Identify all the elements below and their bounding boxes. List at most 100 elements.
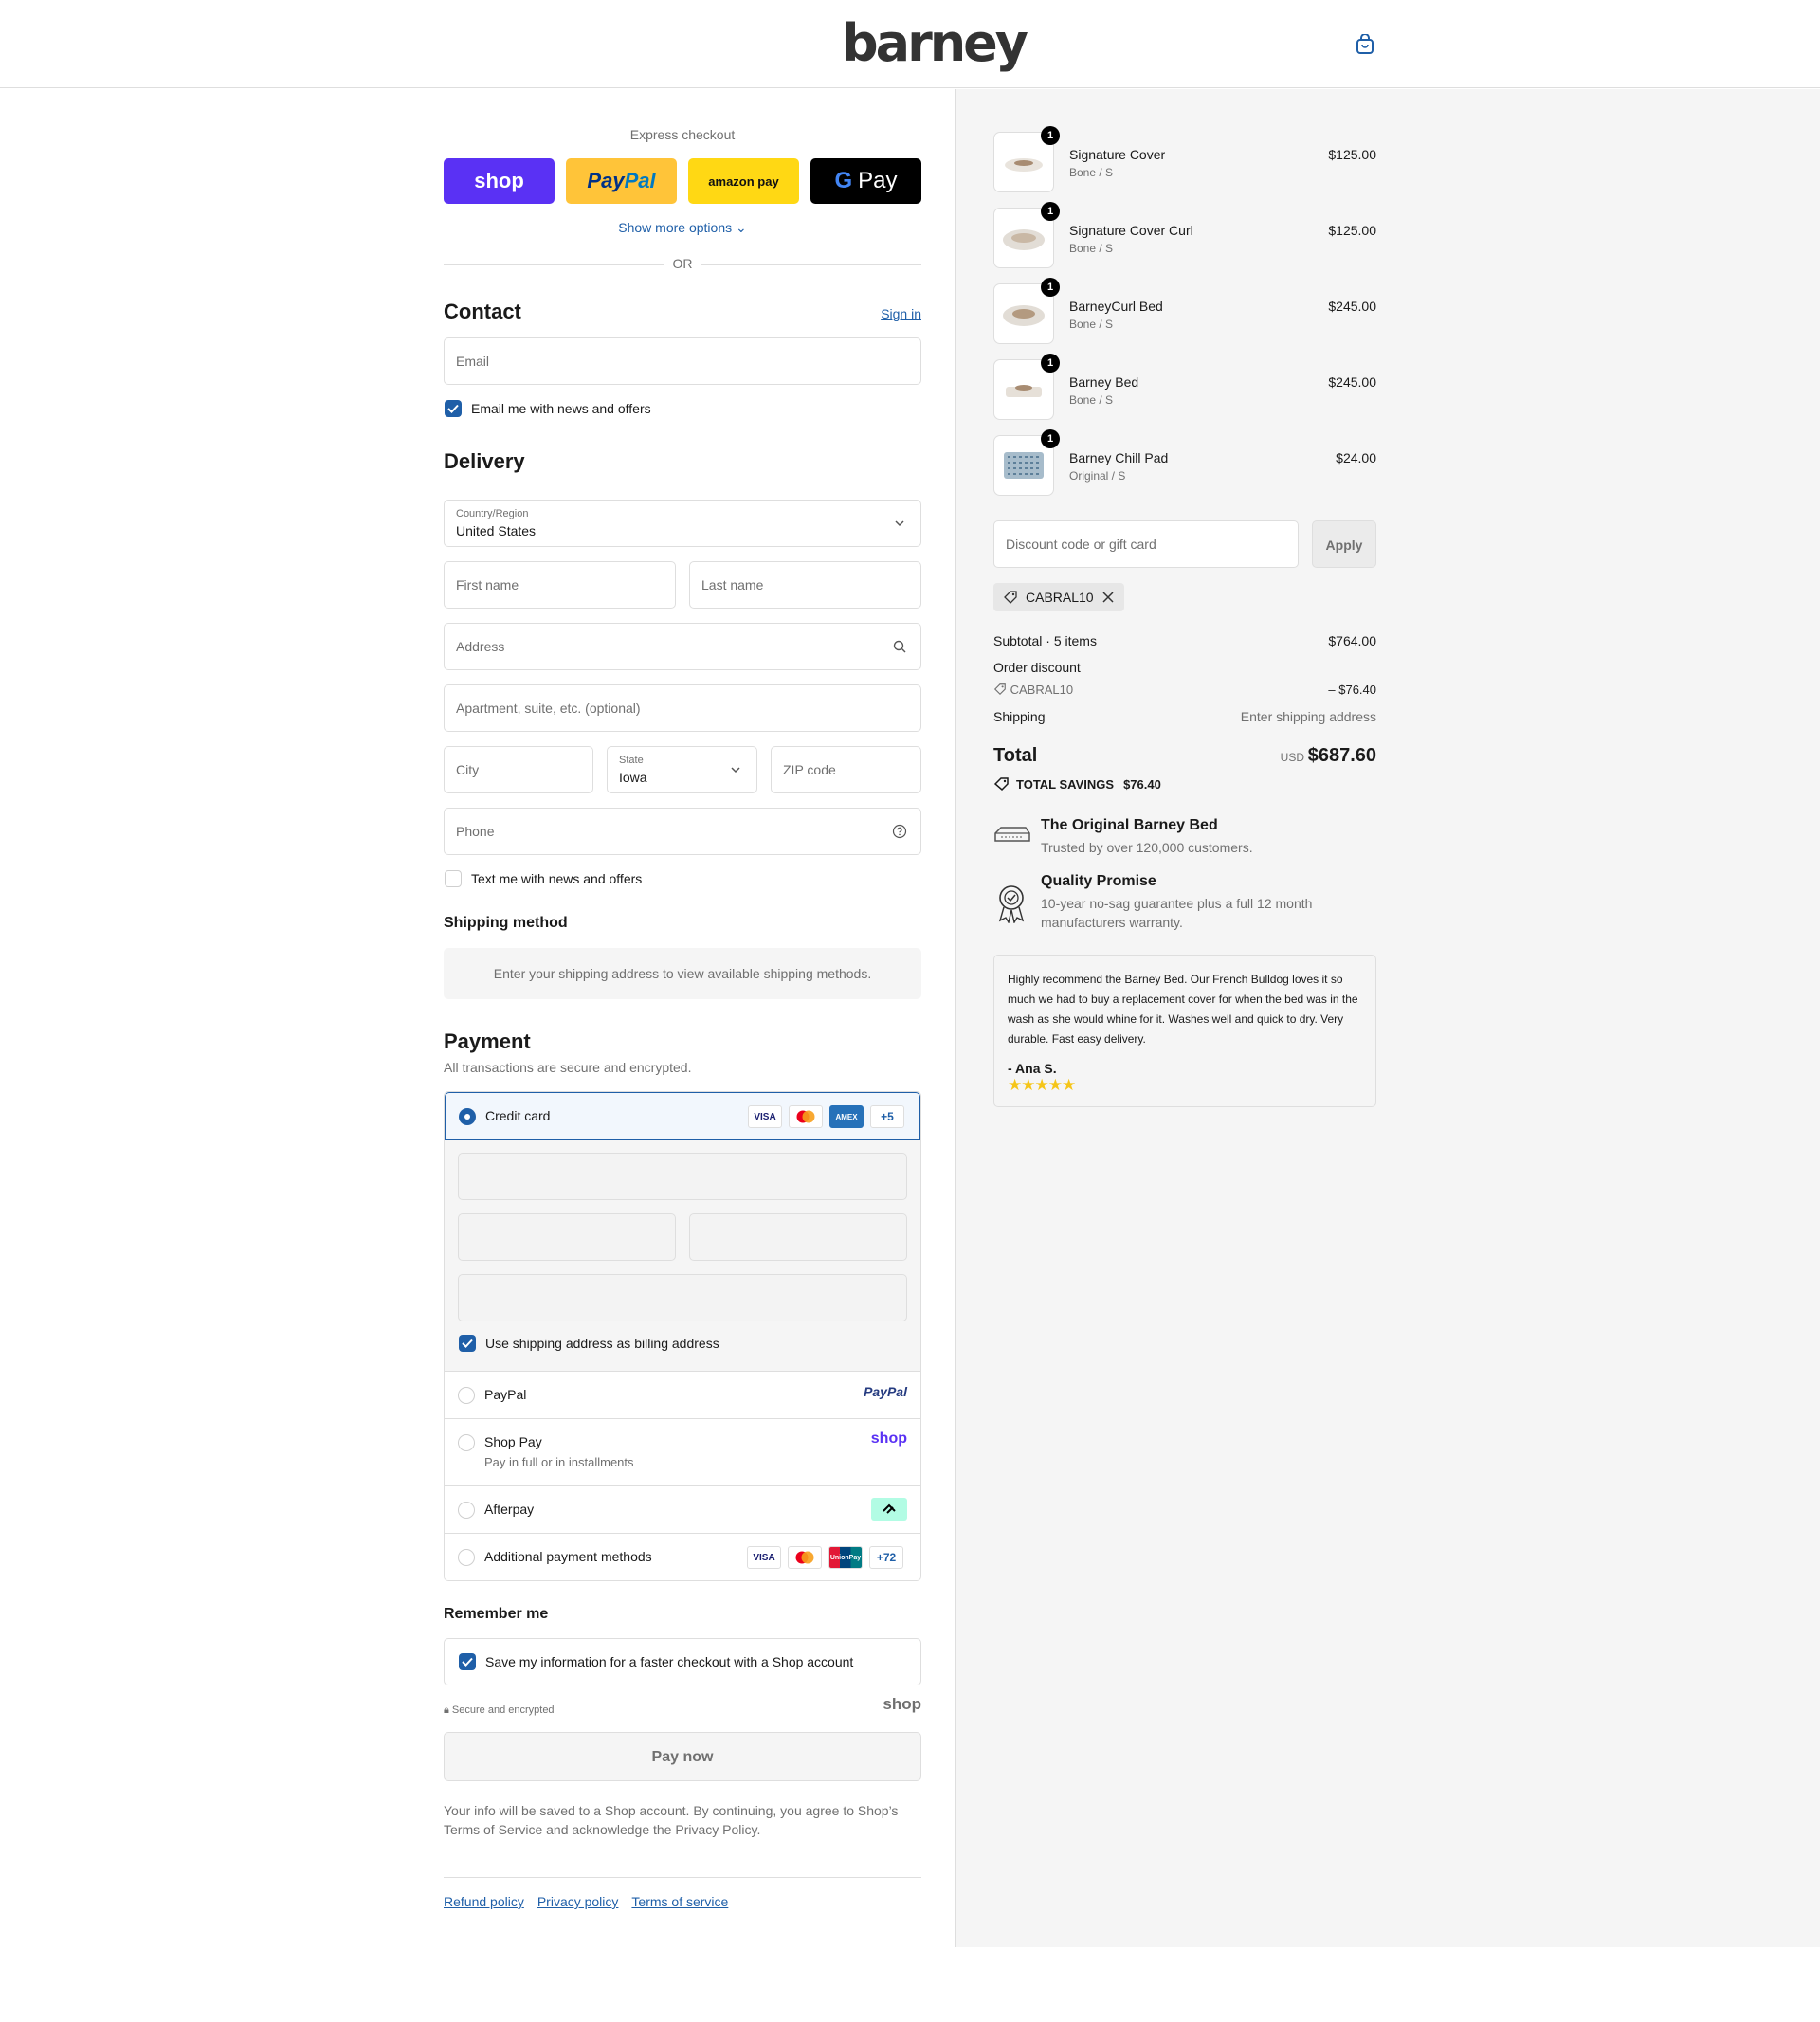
google-pay-button[interactable]: G Pay — [810, 158, 921, 204]
item-price: $125.00 — [1328, 223, 1376, 238]
security-code-field[interactable] — [689, 1213, 907, 1261]
first-name-field[interactable]: First name — [444, 561, 676, 609]
shop-privacy-link[interactable]: Privacy Policy — [675, 1822, 756, 1837]
checkbox-checked[interactable] — [445, 400, 462, 417]
state-select[interactable]: State Iowa — [607, 746, 757, 793]
radio-unselected[interactable] — [458, 1549, 475, 1566]
terms-of-service-link[interactable]: Terms of service — [631, 1894, 728, 1909]
cart-item: 1 BarneyCurl Bed Bone / S $245.00 — [993, 278, 1376, 344]
expiry-field[interactable] — [458, 1213, 676, 1261]
refund-policy-link[interactable]: Refund policy — [444, 1894, 524, 1909]
radio-selected[interactable] — [459, 1108, 476, 1125]
payment-option-credit-card[interactable]: Credit card VISA AMEX +5 — [445, 1092, 920, 1140]
mastercard-icon — [789, 1105, 823, 1128]
discount-code-field[interactable]: Discount code or gift card — [993, 520, 1299, 568]
express-checkout-title: Express checkout — [629, 127, 736, 142]
applied-code: CABRAL10 — [1026, 590, 1094, 605]
checkbox-unchecked[interactable] — [445, 870, 462, 887]
secure-note: 🔒︎ Secure and encrypted — [444, 1704, 555, 1716]
show-more-options-link[interactable]: Show more options ⌄ — [444, 220, 921, 236]
footer-links: Refund policy Privacy policy Terms of se… — [444, 1894, 728, 1909]
name-on-card-field[interactable] — [458, 1274, 907, 1321]
paypal-button[interactable]: Pay Pal — [566, 158, 677, 204]
item-variant: Original / S — [1069, 469, 1126, 483]
shop-pay-button[interactable]: shop — [444, 158, 555, 204]
savings-value: $76.40 — [1123, 776, 1161, 792]
delivery-heading: Delivery — [444, 449, 525, 473]
sms-checkbox-row[interactable]: Text me with news and offers — [445, 870, 642, 887]
privacy-policy-link[interactable]: Privacy policy — [537, 1894, 619, 1909]
contact-heading: Contact — [444, 300, 521, 323]
shop-pay-logo: shop — [870, 1430, 907, 1447]
afterpay-label: Afterpay — [484, 1502, 535, 1517]
help-circle-icon[interactable] — [892, 824, 907, 839]
zip-placeholder: ZIP code — [783, 762, 836, 777]
address-field[interactable]: Address — [444, 623, 921, 670]
shop-logo: shop — [883, 1695, 921, 1713]
last-name-field[interactable]: Last name — [689, 561, 921, 609]
country-value: United States — [456, 523, 537, 538]
discount-code-row: CABRAL10 – $76.40 — [993, 683, 1376, 697]
first-name-placeholder: First name — [456, 577, 519, 592]
newsletter-checkbox-row[interactable]: Email me with news and offers — [445, 400, 651, 417]
sign-in-link[interactable]: Sign in — [881, 306, 921, 321]
payment-option-afterpay[interactable]: Afterpay — [445, 1486, 920, 1534]
shipping-method-notice: Enter your shipping address to view avai… — [444, 948, 921, 999]
close-icon[interactable] — [1101, 591, 1115, 604]
save-info-label: Save my information for a faster checkou… — [485, 1654, 854, 1669]
state-label: State — [619, 755, 644, 766]
checkbox-checked[interactable] — [459, 1653, 476, 1670]
zip-code-field[interactable]: ZIP code — [771, 746, 921, 793]
currency-code: USD — [1280, 751, 1304, 764]
quantity-badge: 1 — [1041, 126, 1060, 145]
or-divider-label: OR — [664, 256, 701, 271]
save-info-checkbox-row[interactable]: Save my information for a faster checkou… — [459, 1653, 853, 1670]
radio-unselected[interactable] — [458, 1434, 475, 1451]
unionpay-icon: UnionPay — [828, 1546, 863, 1569]
review-author: - Ana S. — [1008, 1061, 1057, 1076]
more-methods-badge: +72 — [869, 1546, 903, 1569]
order-discount-label: Order discount — [993, 660, 1081, 675]
award-ribbon-icon — [998, 885, 1025, 923]
chevron-down-icon — [895, 520, 904, 527]
promo-text: 10-year no-sag guarantee plus a full 12 … — [1041, 896, 1313, 930]
pay-now-button[interactable]: Pay now — [444, 1732, 921, 1781]
more-cards-badge: +5 — [870, 1105, 904, 1128]
payment-option-shop-pay[interactable]: Shop Pay Pay in full or in installments … — [445, 1419, 920, 1486]
subtotal-row: Subtotal · 5 items $764.00 — [993, 633, 1376, 648]
tag-icon — [1004, 591, 1017, 604]
card-number-field[interactable] — [458, 1153, 907, 1200]
remember-me-box[interactable]: Save my information for a faster checkou… — [444, 1638, 921, 1685]
email-field[interactable]: Email — [444, 337, 921, 385]
shipping-value: Enter shipping address — [1240, 709, 1376, 724]
promo-text: Trusted by over 120,000 customers. — [1041, 840, 1253, 855]
phone-field[interactable]: Phone — [444, 808, 921, 855]
billing-address-checkbox-row[interactable]: Use shipping address as billing address — [459, 1335, 719, 1352]
tag-icon — [993, 683, 1006, 696]
city-field[interactable]: City — [444, 746, 593, 793]
payment-option-additional[interactable]: Additional payment methods VISA UnionPay… — [445, 1534, 920, 1580]
amazon-pay-button[interactable]: amazon pay — [688, 158, 799, 204]
apply-discount-button[interactable]: Apply — [1312, 520, 1376, 568]
payment-option-paypal[interactable]: PayPal PayPal — [445, 1372, 920, 1419]
brand-logo[interactable]: barney — [842, 13, 1028, 73]
payment-methods: Credit card VISA AMEX +5 Use shipping ad… — [444, 1091, 921, 1581]
checkbox-checked[interactable] — [459, 1335, 476, 1352]
paypal-label: PayPal — [484, 1387, 527, 1402]
item-variant: Bone / S — [1069, 393, 1114, 407]
bed-icon — [994, 827, 1030, 842]
apartment-field[interactable]: Apartment, suite, etc. (optional) — [444, 684, 921, 732]
radio-unselected[interactable] — [458, 1502, 475, 1519]
shop-terms-link[interactable]: Terms of Service — [444, 1822, 542, 1837]
savings-label: TOTAL SAVINGS — [1016, 776, 1115, 792]
visa-icon: VISA — [748, 1105, 782, 1128]
shipping-label: Shipping — [993, 709, 1046, 724]
email-placeholder: Email — [456, 354, 490, 369]
radio-unselected[interactable] — [458, 1387, 475, 1404]
credit-card-form: Use shipping address as billing address — [445, 1140, 920, 1372]
promo-title: Quality Promise — [1041, 873, 1156, 889]
item-variant: Bone / S — [1069, 318, 1114, 331]
cart-item: 1 Barney Chill Pad Original / S $24.00 — [993, 429, 1376, 496]
country-select[interactable]: Country/Region United States — [444, 500, 921, 547]
shopping-bag-icon[interactable] — [1356, 34, 1374, 55]
